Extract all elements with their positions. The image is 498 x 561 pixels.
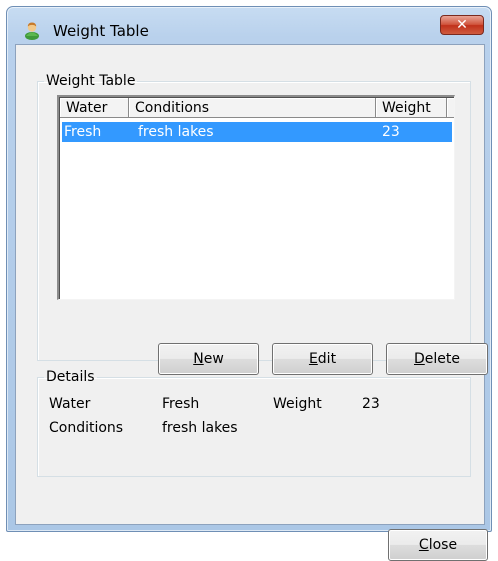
close-button[interactable]: Close [388,529,488,561]
row-water-cell: Fresh [64,124,102,140]
title-bar[interactable]: Weight Table ✕ [7,7,491,47]
new-button-label: ew [203,350,224,367]
details-conditions-value: fresh lakes [162,420,238,436]
window-title: Weight Table [53,22,149,40]
weight-table-group-label: Weight Table [46,73,136,89]
close-button-mnemonic: C [418,536,429,553]
delete-button-label: elete [424,350,460,367]
details-weight-value: 23 [362,396,380,412]
details-weight-label: Weight [273,396,322,412]
column-header-water[interactable]: Water [60,98,129,118]
close-button-label: lose [428,536,458,553]
edit-button-label: dit [317,350,337,367]
column-header-weight[interactable]: Weight [376,98,447,118]
weight-list-view[interactable]: Water Conditions Weight Fresh fresh lake… [57,95,455,300]
details-conditions-label: Conditions [49,420,124,436]
table-row[interactable]: Fresh fresh lakes 23 [62,122,452,142]
details-water-label: Water [49,396,91,412]
column-header-conditions[interactable]: Conditions [129,98,376,118]
edit-button-mnemonic: E [308,350,318,367]
dialog-window: Weight Table ✕ Weight Table Water Condit… [6,6,492,561]
details-water-value: Fresh [162,396,200,412]
dialog-client-area: Weight Table Water Conditions Weight Fre… [15,44,488,561]
delete-button-mnemonic: D [414,350,425,367]
details-group-label: Details [46,369,95,385]
row-weight-cell: 23 [382,124,400,140]
close-icon: ✕ [456,17,468,33]
window-close-button[interactable]: ✕ [440,15,484,35]
list-header: Water Conditions Weight [60,98,454,120]
new-button-mnemonic: N [193,350,204,367]
column-header-filler [447,98,454,118]
user-icon [25,22,39,40]
row-conditions-cell: fresh lakes [138,124,214,140]
